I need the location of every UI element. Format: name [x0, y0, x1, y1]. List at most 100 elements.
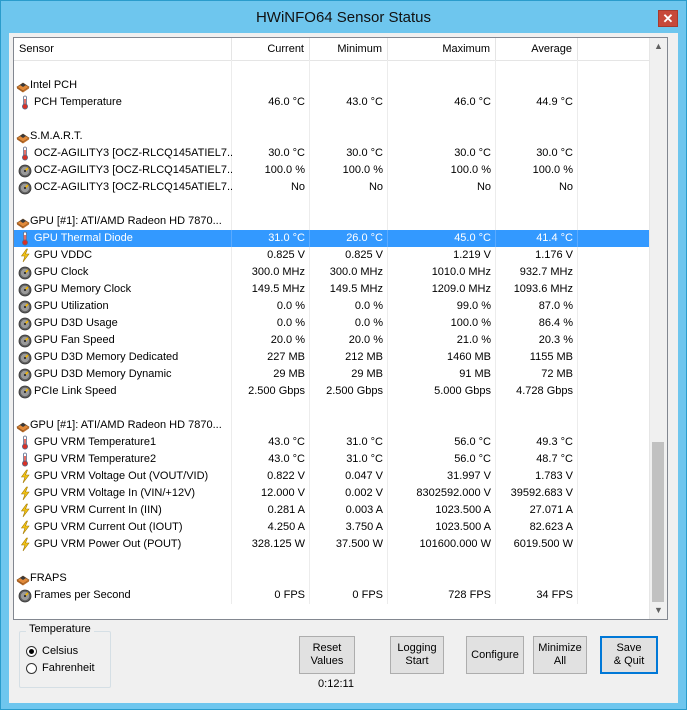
fahrenheit-radio-circle[interactable] — [26, 663, 37, 674]
category-row[interactable]: FRAPS — [14, 570, 650, 587]
sensor-name-cell: GPU Fan Speed — [14, 332, 232, 349]
sensor-row[interactable]: GPU Fan Speed 20.0 % 20.0 % 21.0 % 20.3 % — [14, 332, 650, 349]
column-divider — [577, 570, 578, 587]
sensor-row[interactable]: OCZ-AGILITY3 [OCZ-RLCQ145ATIEL7... 30.0 °… — [14, 145, 650, 162]
sensor-label: GPU Memory Clock — [34, 283, 132, 295]
sensor-row[interactable]: GPU Utilization 0.0 % 0.0 % 99.0 % 87.0 % — [14, 298, 650, 315]
logging-start-button[interactable]: Logging Start — [390, 636, 444, 674]
maximum-value: 46.0 °C — [454, 96, 491, 108]
fahrenheit-radio[interactable]: Fahrenheit — [26, 661, 106, 677]
category-row[interactable]: S.M.A.R.T. — [14, 128, 650, 145]
sensor-name-cell: PCIe Link Speed — [14, 383, 232, 400]
column-divider — [495, 553, 496, 570]
column-divider — [387, 213, 388, 230]
column-divider — [495, 196, 496, 213]
sensor-name-cell: GPU VRM Current Out (IOUT) — [14, 519, 232, 536]
category-row[interactable]: GPU [#1]: ATI/AMD Radeon HD 7870... — [14, 417, 650, 434]
column-divider — [577, 553, 578, 570]
reset-values-button[interactable]: Reset Values — [299, 636, 355, 674]
category-row[interactable]: GPU [#1]: ATI/AMD Radeon HD 7870... — [14, 213, 650, 230]
current-value: 2.500 Gbps — [248, 385, 305, 397]
column-divider — [387, 553, 388, 570]
sensor-row[interactable]: GPU VRM Power Out (POUT) 328.125 W 37.500 … — [14, 536, 650, 553]
thermometer-icon — [18, 435, 32, 450]
minimum-value: 212 MB — [345, 351, 383, 363]
configure-button[interactable]: Configure — [466, 636, 524, 674]
average-value: 6019.500 W — [513, 538, 573, 550]
celsius-radio[interactable]: Celsius — [26, 644, 106, 660]
sensor-label: GPU VRM Temperature2 — [34, 453, 157, 465]
scroll-up-button[interactable]: ▲ — [650, 38, 667, 55]
vertical-scrollbar[interactable]: ▲ ▼ — [649, 38, 667, 619]
minimum-value: 30.0 °C — [346, 147, 383, 159]
title-bar[interactable]: HWiNFO64 Sensor Status ✕ — [1, 1, 686, 33]
sensor-row[interactable]: GPU VDDC 0.825 V 0.825 V 1.219 V 1.176 V — [14, 247, 650, 264]
sensor-name-cell: GPU VRM Current In (IIN) — [14, 502, 232, 519]
average-value: 86.4 % — [538, 317, 573, 329]
column-header-current[interactable]: Current — [232, 38, 310, 60]
sensor-row[interactable]: GPU VRM Temperature1 43.0 °C 31.0 °C 56.0 °… — [14, 434, 650, 451]
scroll-down-button[interactable]: ▼ — [650, 602, 667, 619]
gauge-icon — [18, 333, 32, 348]
column-header-average[interactable]: Average — [496, 38, 578, 60]
sensor-rows: Intel PCH PCH Temperature 46.0 °C 43.0 °C 46… — [14, 60, 650, 604]
sensor-row[interactable]: GPU D3D Usage 0.0 % 0.0 % 100.0 % 86.4 % — [14, 315, 650, 332]
sensor-row[interactable]: OCZ-AGILITY3 [OCZ-RLCQ145ATIEL7... 100.0 … — [14, 162, 650, 179]
fahrenheit-label[interactable]: Fahrenheit — [42, 662, 95, 674]
sensor-name-cell: OCZ-AGILITY3 [OCZ-RLCQ145ATIEL7... — [14, 179, 232, 196]
sensor-row[interactable]: GPU VRM Temperature2 43.0 °C 31.0 °C 56.0 °… — [14, 451, 650, 468]
sensor-name-cell: GPU Clock — [14, 264, 232, 281]
sensor-row[interactable]: GPU Thermal Diode 31.0 °C 26.0 °C 45.0 °C 41… — [14, 230, 650, 247]
sensor-row[interactable]: PCH Temperature 46.0 °C 43.0 °C 46.0 °C 44.9… — [14, 94, 650, 111]
sensor-row[interactable]: GPU VRM Voltage In (VIN/+12V) 12.000 V 0.0… — [14, 485, 650, 502]
column-header-maximum[interactable]: Maximum — [388, 38, 496, 60]
average-value: 34 FPS — [536, 589, 573, 601]
sensor-label: GPU VRM Voltage In (VIN/+12V) — [34, 487, 196, 499]
sensor-row[interactable]: OCZ-AGILITY3 [OCZ-RLCQ145ATIEL7... No No No… — [14, 179, 650, 196]
sensor-row[interactable]: GPU D3D Memory Dynamic 29 MB 29 MB 91 MB 72 … — [14, 366, 650, 383]
maximum-value: 31.997 V — [446, 470, 491, 482]
category-row[interactable]: Intel PCH — [14, 77, 650, 94]
close-button[interactable]: ✕ — [658, 10, 678, 27]
minimize-all-button[interactable]: Minimize All — [533, 636, 587, 674]
window-title: HWiNFO64 Sensor Status — [255, 9, 432, 26]
sensor-name-cell: GPU D3D Usage — [14, 315, 232, 332]
celsius-radio-circle[interactable] — [26, 646, 37, 657]
current-value: 0.825 V — [267, 249, 305, 261]
maximum-value: No — [476, 181, 491, 193]
current-value: 43.0 °C — [268, 453, 305, 465]
sensor-label: GPU Clock — [34, 266, 89, 278]
sensor-label: Frames per Second — [34, 589, 131, 601]
minimum-value: 300.0 MHz — [329, 266, 383, 278]
column-divider — [231, 553, 232, 570]
save-quit-button[interactable]: Save & Quit — [600, 636, 658, 674]
average-value: 48.7 °C — [536, 453, 573, 465]
maximum-value: 1023.500 A — [435, 504, 491, 516]
column-header-sensor[interactable]: Sensor — [14, 38, 232, 60]
sensor-row[interactable]: GPU Memory Clock 149.5 MHz 149.5 MHz 1209.0… — [14, 281, 650, 298]
column-divider — [577, 128, 578, 145]
sensor-row[interactable]: GPU VRM Voltage Out (VOUT/VID) 0.822 V 0.0… — [14, 468, 650, 485]
sensor-row[interactable]: GPU Clock 300.0 MHz 300.0 MHz 1010.0 MHz 932… — [14, 264, 650, 281]
celsius-label[interactable]: Celsius — [42, 645, 78, 657]
sensor-row[interactable]: Frames per Second 0 FPS 0 FPS 728 FPS 34 FPS — [14, 587, 650, 604]
column-divider — [387, 111, 388, 128]
sensor-row[interactable]: GPU VRM Current Out (IOUT) 4.250 A 3.750 A… — [14, 519, 650, 536]
sensor-label: GPU D3D Memory Dynamic — [34, 368, 172, 380]
column-divider — [495, 400, 496, 417]
current-value: 4.250 A — [267, 521, 305, 533]
minimize-all-label: Minimize All — [538, 642, 582, 667]
sensor-name-cell: GPU VDDC — [14, 247, 232, 264]
column-divider — [495, 60, 496, 77]
column-divider — [309, 77, 310, 94]
column-header-minimum[interactable]: Minimum — [310, 38, 388, 60]
scroll-thumb[interactable] — [652, 442, 664, 602]
sensor-label: OCZ-AGILITY3 [OCZ-RLCQ145ATIEL7... — [34, 147, 232, 159]
sensor-status-window: HWiNFO64 Sensor Status ✕ Sensor Current … — [0, 0, 687, 710]
sensor-name-cell: OCZ-AGILITY3 [OCZ-RLCQ145ATIEL7... — [14, 162, 232, 179]
column-divider — [577, 196, 578, 213]
sensor-row[interactable]: GPU VRM Current In (IIN) 0.281 A 0.003 A 10… — [14, 502, 650, 519]
sensor-row[interactable]: GPU D3D Memory Dedicated 227 MB 212 MB 1460… — [14, 349, 650, 366]
current-value: 0.281 A — [267, 504, 305, 516]
sensor-row[interactable]: PCIe Link Speed 2.500 Gbps 2.500 Gbps 5.000… — [14, 383, 650, 400]
